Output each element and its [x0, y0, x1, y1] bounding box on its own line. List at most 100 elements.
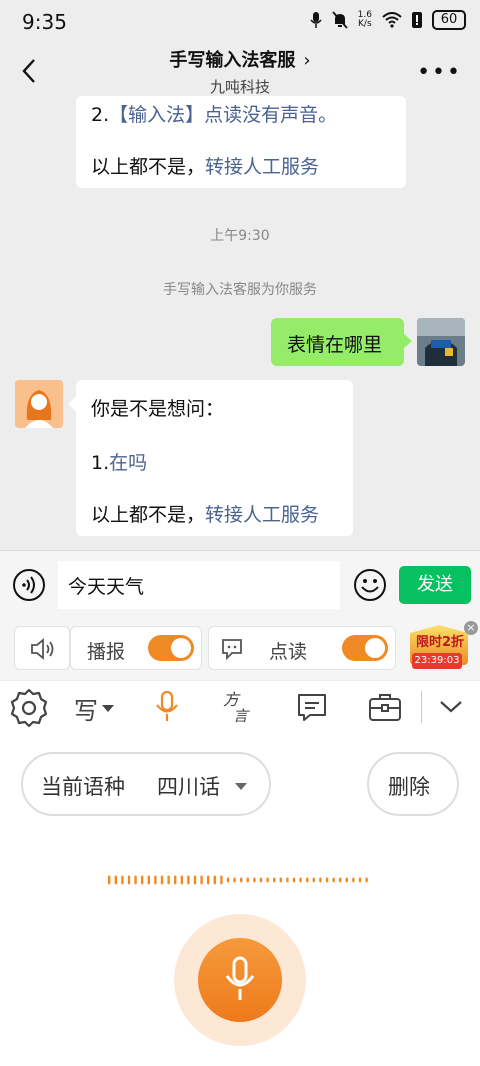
waveform-bar	[259, 877, 263, 883]
language-selector[interactable]: 当前语种 四川话	[21, 752, 271, 816]
waveform-bar	[273, 877, 276, 883]
waveform-bar	[339, 877, 342, 883]
waveform-bar	[345, 877, 348, 883]
prev-bot-message: 2.【输入法】点读没有声音。 以上都不是，转接人工服务	[76, 96, 406, 188]
waveform-bar	[325, 877, 329, 883]
waveform-bar	[220, 875, 223, 885]
waveform-bar	[286, 877, 289, 883]
voice-waveform	[108, 875, 368, 885]
collapse-keyboard-icon[interactable]	[438, 697, 464, 717]
prev-item-2-link[interactable]: 【输入法】点读没有声音。	[109, 104, 337, 126]
language-value: 四川话	[157, 775, 220, 799]
waveform-bar	[299, 877, 302, 883]
message-template-icon[interactable]	[296, 691, 328, 723]
bot-reply-item-1: 1.在吗	[91, 452, 148, 474]
toolbar-divider	[421, 691, 422, 723]
user-avatar-image	[417, 318, 465, 366]
language-label: 当前语种	[41, 775, 125, 799]
waveform-bar	[154, 875, 157, 885]
bot-reply-message: 你是不是想问： 1.在吗 以上都不是，转接人工服务	[76, 380, 353, 536]
delete-button[interactable]: 删除	[367, 752, 459, 816]
settings-gear-icon[interactable]	[8, 687, 50, 729]
waveform-bar	[365, 877, 368, 883]
keyboard-toolbar: 写 方言	[0, 680, 480, 733]
waveform-bar	[253, 877, 256, 883]
bot-reply-intro: 你是不是想问：	[91, 398, 225, 420]
broadcast-label: 播报	[87, 641, 126, 663]
waveform-bar	[147, 875, 150, 885]
user-avatar[interactable]	[417, 318, 465, 366]
waveform-bar	[306, 877, 309, 883]
prev-item-2: 2.【输入法】点读没有声音。	[91, 104, 338, 126]
bot-reply-footer: 以上都不是，转接人工服务	[91, 504, 320, 526]
net-speed: 1.6 K/s	[357, 10, 372, 29]
dropdown-caret-icon	[102, 705, 114, 712]
waveform-bar	[352, 877, 355, 883]
promo-label: 限时2折	[415, 635, 465, 650]
waveform-bar	[233, 877, 236, 883]
waveform-bar	[187, 875, 190, 885]
promo-close-icon[interactable]: ×	[464, 621, 478, 635]
voice-input-panel: 当前语种 四川话 删除	[0, 732, 480, 1066]
waveform-bar	[121, 875, 124, 885]
message-input[interactable]	[58, 561, 340, 609]
broadcast-toggle[interactable]	[148, 635, 194, 661]
record-mic-button[interactable]	[198, 938, 282, 1022]
wifi-icon	[382, 12, 402, 28]
emoji-icon[interactable]	[353, 568, 387, 602]
transfer-human-link-2[interactable]: 转接人工服务	[205, 504, 319, 526]
read-label: 点读	[269, 641, 308, 663]
voice-mode-icon[interactable]	[12, 568, 46, 602]
more-options-icon[interactable]: •••	[417, 60, 462, 85]
system-notice: 手写输入法客服为你服务	[163, 282, 317, 298]
read-toggle-box[interactable]: 点读	[208, 626, 396, 670]
waveform-bar	[193, 875, 197, 885]
chat-bubble-icon	[222, 639, 242, 660]
waveform-bar	[358, 877, 362, 883]
waveform-bar	[292, 877, 296, 883]
waveform-bar	[266, 877, 269, 883]
waveform-bar	[167, 875, 170, 885]
status-time: 9:35	[22, 10, 67, 34]
waveform-bar	[312, 877, 315, 883]
waveform-bar	[226, 877, 230, 883]
bot-reply-item-1-link[interactable]: 在吗	[109, 452, 147, 474]
microphone-icon[interactable]	[154, 690, 180, 724]
promo-timer: 23:39:03	[412, 653, 462, 669]
keyboard-function-bar: 播报 点读 限时2折 23:39:03 ×	[0, 618, 480, 680]
mute-bell-icon	[331, 11, 348, 29]
handwrite-label: 写	[74, 697, 98, 725]
delete-label: 删除	[388, 775, 430, 799]
waveform-bar	[207, 875, 210, 885]
dialect-icon[interactable]: 方言	[220, 687, 256, 727]
status-icons: 1.6 K/s 60	[310, 10, 466, 30]
bot-avatar[interactable]	[15, 380, 63, 428]
chat-title[interactable]: 手写输入法客服 ›	[0, 46, 480, 72]
microphone-status-icon	[310, 12, 322, 28]
waveform-bar	[108, 875, 111, 885]
transfer-human-link-1[interactable]: 转接人工服务	[205, 156, 319, 178]
waveform-bar	[319, 877, 322, 883]
alert-icon	[412, 12, 422, 28]
promo-badge[interactable]: 限时2折 23:39:03 ×	[410, 621, 478, 675]
bot-bubble-tail	[68, 397, 76, 411]
waveform-bar	[200, 875, 203, 885]
user-message-text: 表情在哪里	[287, 334, 383, 356]
handwrite-mode-selector[interactable]: 写	[74, 691, 114, 726]
speaker-box[interactable]	[14, 626, 70, 670]
waveform-bar	[240, 877, 243, 883]
toolbox-icon[interactable]	[368, 691, 402, 723]
user-message: 表情在哪里	[271, 318, 404, 366]
read-toggle[interactable]	[342, 635, 388, 661]
send-button[interactable]: 发送	[399, 566, 471, 604]
svg-text:言: 言	[233, 707, 250, 725]
broadcast-toggle-box[interactable]: 播报	[70, 626, 202, 670]
waveform-bar	[213, 875, 216, 885]
user-bubble-tail	[404, 334, 412, 348]
waveform-bar	[160, 875, 164, 885]
battery-indicator: 60	[432, 10, 466, 30]
chevron-right-icon: ›	[303, 50, 311, 71]
waveform-bar	[141, 875, 144, 885]
waveform-bar	[134, 875, 137, 885]
waveform-bar	[332, 877, 335, 883]
